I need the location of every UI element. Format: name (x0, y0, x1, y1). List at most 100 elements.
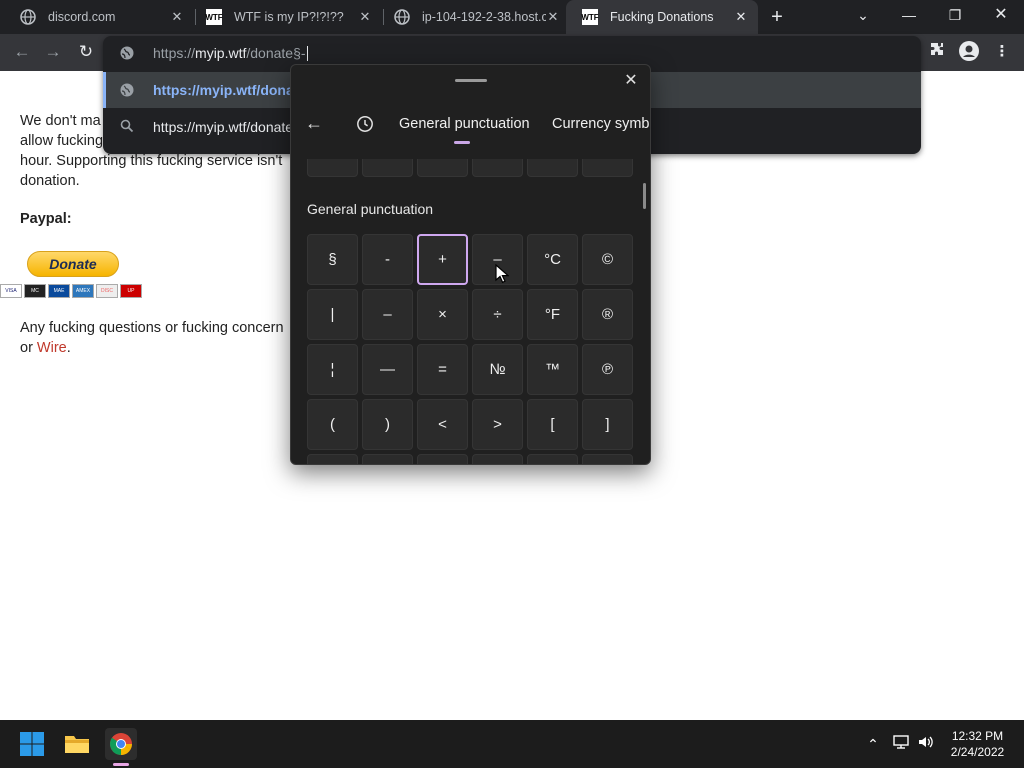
maestro-icon: MAE (48, 284, 70, 298)
symbol-cell[interactable] (362, 159, 413, 177)
close-window-button[interactable]: ✕ (978, 0, 1024, 34)
close-icon[interactable]: ✕ (170, 10, 184, 24)
symbol-cell[interactable]: ) (362, 399, 413, 450)
close-icon[interactable]: ✕ (358, 10, 372, 24)
wire-link[interactable]: Wire (37, 340, 67, 356)
url-rest: /donate§- (246, 44, 306, 61)
volume-icon[interactable] (916, 734, 936, 754)
forward-button[interactable]: → (42, 41, 64, 63)
mouse-cursor-icon (495, 263, 510, 284)
symbol-cell[interactable]: ÷ (472, 289, 523, 340)
close-icon[interactable]: ✕ (546, 10, 560, 24)
text-or: or (20, 340, 37, 356)
discover-icon: DISC (96, 284, 118, 298)
symbol-cell[interactable] (417, 159, 468, 177)
symbol-cell[interactable] (417, 454, 468, 464)
symbol-cell[interactable]: > (472, 399, 523, 450)
menu-kebab-icon[interactable]: ⋮ (991, 41, 1013, 63)
back-button[interactable]: ← (11, 41, 33, 63)
symbol-grid: General punctuation § - + – °C © | – × ÷… (291, 159, 650, 464)
symbol-cell[interactable]: – (362, 289, 413, 340)
text-period: . (66, 340, 71, 356)
globe-icon (20, 9, 36, 25)
tab-wtf-ip[interactable]: WTF WTF is my IP?!?!?? ✕ (190, 0, 382, 34)
symbol-cell[interactable]: - (362, 234, 413, 285)
symbol-cell-selected[interactable]: + (417, 234, 468, 285)
symbol-cell[interactable] (472, 454, 523, 464)
symbol-cell[interactable] (307, 159, 358, 177)
symbol-cell[interactable] (472, 159, 523, 177)
symbol-cell[interactable]: [ (527, 399, 578, 450)
active-tab-indicator (454, 141, 470, 144)
symbol-cell[interactable]: ¦ (307, 344, 358, 395)
close-icon[interactable]: ✕ (734, 10, 748, 24)
wtf-icon: WTF (205, 9, 223, 25)
close-icon[interactable]: ✕ (621, 71, 641, 91)
clock-date: 2/24/2022 (950, 745, 1005, 759)
suggestion-text: https://myip.wtf/donate (153, 82, 307, 98)
site-info-icon[interactable] (119, 45, 135, 61)
paypal-label: Paypal: (20, 211, 72, 227)
suggestion-text: https://myip.wtf/donate (153, 119, 294, 135)
symbol-cell[interactable]: — (362, 344, 413, 395)
symbol-cell[interactable]: ® (582, 289, 633, 340)
paragraph-line: or Wire. (20, 338, 71, 358)
symbol-cell[interactable] (362, 454, 413, 464)
scrollbar-thumb[interactable] (643, 183, 646, 209)
taskbar: ⌃ 12:32 PM 2/24/2022 (0, 720, 1024, 768)
url-prefix: https:// (153, 44, 196, 61)
back-arrow-icon[interactable]: ← (305, 113, 325, 133)
chrome-icon[interactable] (105, 728, 137, 760)
symbol-cell[interactable] (582, 454, 633, 464)
symbol-cell[interactable]: § (307, 234, 358, 285)
symbol-cell[interactable]: © (582, 234, 633, 285)
symbol-cell[interactable]: | (307, 289, 358, 340)
paragraph-line: Any fucking questions or fucking concern (20, 320, 284, 336)
maximize-button[interactable]: ❐ (932, 0, 978, 34)
symbol-cell[interactable]: ℗ (582, 344, 633, 395)
symbol-cell[interactable]: ] (582, 399, 633, 450)
active-app-indicator (113, 763, 129, 766)
system-clock[interactable]: 12:32 PM 2/24/2022 (940, 728, 1015, 760)
tab-fucking-donations[interactable]: WTF Fucking Donations ✕ (566, 0, 758, 34)
new-tab-button[interactable]: + (766, 6, 788, 28)
symbol-cell[interactable]: = (417, 344, 468, 395)
tab-general-punctuation[interactable]: General punctuation (399, 116, 530, 132)
mastercard-icon: MC (24, 284, 46, 298)
recent-history-icon[interactable] (356, 115, 374, 133)
symbol-cell[interactable]: № (472, 344, 523, 395)
paragraph-line: donation. (20, 173, 80, 189)
symbol-cell[interactable]: × (417, 289, 468, 340)
drag-handle[interactable] (455, 79, 487, 82)
tab-host[interactable]: ip-104-192-2-38.host.c ✕ (378, 0, 570, 34)
profile-icon[interactable] (958, 41, 980, 63)
symbol-cell[interactable] (527, 454, 578, 464)
tab-discord[interactable]: discord.com ✕ (4, 0, 194, 34)
reload-button[interactable]: ↻ (75, 41, 97, 63)
unionpay-icon: UP (120, 284, 142, 298)
visa-card-icon: VISA (0, 284, 22, 298)
tab-search-button[interactable]: ⌄ (840, 0, 886, 34)
symbol-cell[interactable]: °F (527, 289, 578, 340)
wtf-icon: WTF (581, 9, 599, 25)
paragraph-line: allow fucking (20, 133, 104, 149)
clock-time: 12:32 PM (951, 729, 1004, 743)
start-windows-icon[interactable] (16, 728, 48, 760)
globe-icon (394, 9, 410, 25)
symbol-cell[interactable] (307, 454, 358, 464)
payment-cards: VISA MC MAE AMEX DISC UP (0, 284, 142, 298)
symbol-cell[interactable] (527, 159, 578, 177)
chevron-up-icon[interactable]: ⌃ (863, 734, 883, 754)
symbol-cell[interactable]: < (417, 399, 468, 450)
file-explorer-icon[interactable] (61, 728, 93, 760)
emoji-symbol-panel: ✕ ← General punctuation Currency symbo G… (290, 64, 651, 465)
symbol-cell[interactable]: ( (307, 399, 358, 450)
symbol-cell[interactable]: °C (527, 234, 578, 285)
donate-button[interactable]: Donate (27, 251, 119, 277)
symbol-cell[interactable] (582, 159, 633, 177)
symbol-cell[interactable]: ™ (527, 344, 578, 395)
network-icon[interactable] (891, 734, 911, 754)
tab-currency-symbols[interactable]: Currency symbo (552, 116, 650, 132)
minimize-button[interactable]: — (886, 0, 932, 34)
extensions-icon[interactable] (926, 41, 948, 63)
